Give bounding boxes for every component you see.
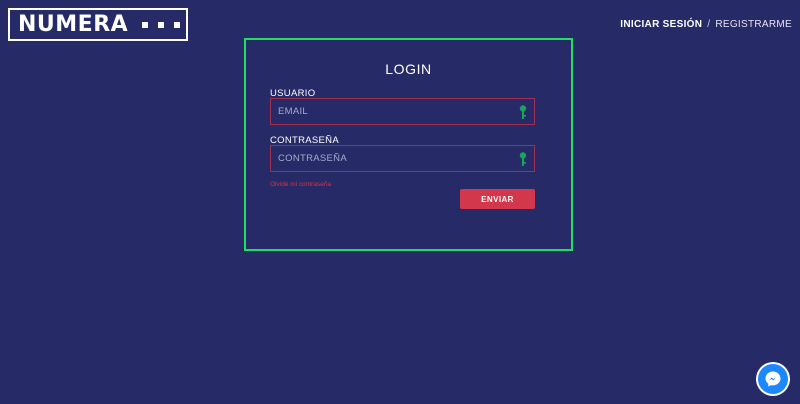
password-input[interactable]	[271, 146, 534, 171]
nav-login-link[interactable]: INICIAR SESIÓN	[620, 19, 702, 30]
nav-separator: /	[707, 19, 711, 30]
logo-dot	[158, 21, 165, 28]
logo-dots	[142, 21, 181, 28]
messenger-icon	[765, 371, 781, 387]
key-icon	[519, 152, 527, 166]
email-field-wrapper	[270, 98, 535, 125]
login-title: LOGIN	[385, 61, 432, 77]
login-card: LOGIN USUARIO CONTRASEÑA Olvidé mi contr…	[244, 38, 573, 251]
logo-dot	[174, 21, 181, 28]
forgot-password-link[interactable]: Olvidé mi contraseña	[270, 181, 331, 188]
password-field-wrapper	[270, 145, 535, 172]
brand-name: NUMERA	[18, 12, 129, 37]
submit-button[interactable]: ENVIAR	[460, 189, 535, 209]
logo-dot	[142, 21, 149, 28]
top-nav: INICIAR SESIÓN / REGISTRARME	[620, 19, 792, 30]
page: NUMERA INICIAR SESIÓN / REGISTRARME LOGI…	[0, 0, 800, 404]
messenger-bubble	[758, 364, 788, 394]
key-icon	[519, 105, 527, 119]
nav-register-link[interactable]: REGISTRARME	[715, 19, 792, 30]
brand-logo[interactable]: NUMERA	[8, 8, 188, 41]
email-input[interactable]	[271, 99, 534, 124]
messenger-button[interactable]	[756, 362, 790, 396]
